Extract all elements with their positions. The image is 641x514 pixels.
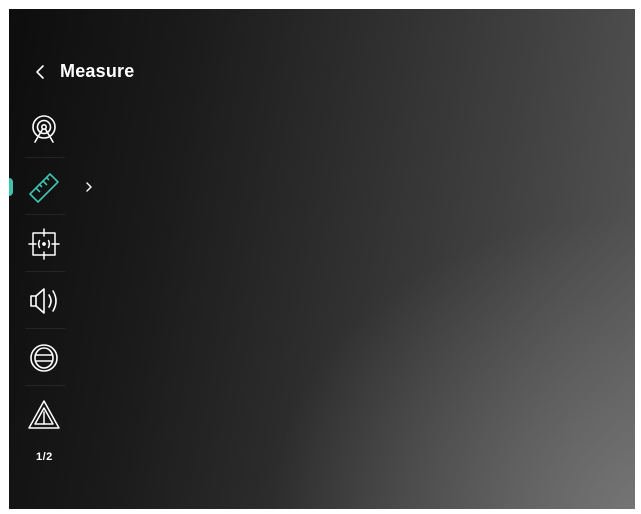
center-target-icon xyxy=(27,227,61,261)
chevron-right-icon xyxy=(86,181,92,192)
selected-indicator xyxy=(9,177,13,196)
warning-triangle-icon xyxy=(27,398,61,432)
menu-item-warning[interactable] xyxy=(9,386,79,443)
menu-item-globe[interactable] xyxy=(9,329,79,386)
header: Measure xyxy=(34,61,134,82)
menu-item-ruler[interactable] xyxy=(9,158,92,215)
ruler-icon xyxy=(27,170,61,204)
back-button[interactable] xyxy=(34,63,46,81)
radar-signal-icon xyxy=(27,113,61,147)
menu-item-speaker[interactable] xyxy=(9,272,79,329)
speaker-icon xyxy=(27,284,61,318)
globe-icon xyxy=(27,341,61,375)
page-title: Measure xyxy=(60,61,135,81)
menu-item-radar[interactable] xyxy=(9,101,79,158)
page-indicator: 1/2 xyxy=(36,451,53,463)
chevron-left-icon xyxy=(36,64,44,79)
screen: Measure 1/2 xyxy=(9,9,635,509)
menu-item-target[interactable] xyxy=(9,215,79,272)
sidebar-menu xyxy=(9,101,92,443)
